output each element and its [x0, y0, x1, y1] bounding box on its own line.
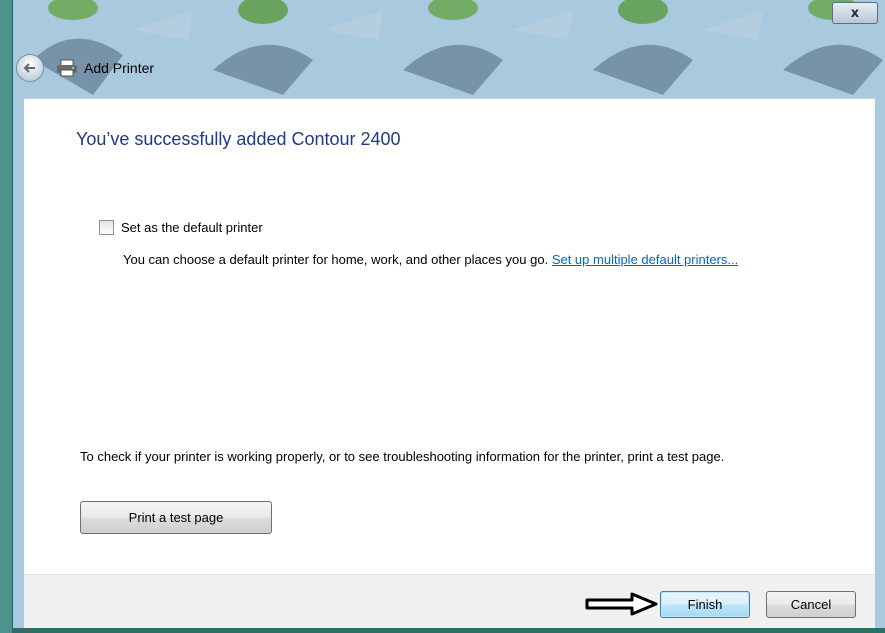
test-page-info: To check if your printer is working prop… — [80, 449, 725, 464]
close-icon: x — [850, 5, 860, 21]
print-test-page-button[interactable]: Print a test page — [80, 501, 272, 534]
close-button[interactable]: x — [832, 2, 878, 24]
description-text: You can choose a default printer for hom… — [123, 252, 549, 267]
printer-icon — [57, 59, 77, 77]
back-button[interactable] — [16, 54, 44, 82]
back-arrow-icon — [23, 63, 35, 73]
page-title: You’ve successfully added Contour 2400 — [76, 129, 401, 149]
wizard-footer: Finish Cancel — [24, 574, 875, 629]
window-bottom-edge — [12, 628, 885, 633]
default-printer-checkbox[interactable] — [99, 220, 114, 235]
setup-multiple-default-printers-link[interactable]: Set up multiple default printers... — [552, 252, 738, 267]
window-title: Add Printer — [84, 60, 155, 76]
cancel-button[interactable]: Cancel — [766, 591, 856, 618]
finish-button[interactable]: Finish — [660, 591, 750, 618]
default-printer-option[interactable]: Set as the default printer — [99, 220, 263, 235]
default-printer-label[interactable]: Set as the default printer — [121, 220, 263, 235]
default-printer-description: You can choose a default printer for hom… — [123, 251, 823, 269]
wizard-content: You’ve successfully added Contour 2400 S… — [24, 98, 875, 575]
wizard-titlebar: Add Printer — [16, 52, 154, 84]
